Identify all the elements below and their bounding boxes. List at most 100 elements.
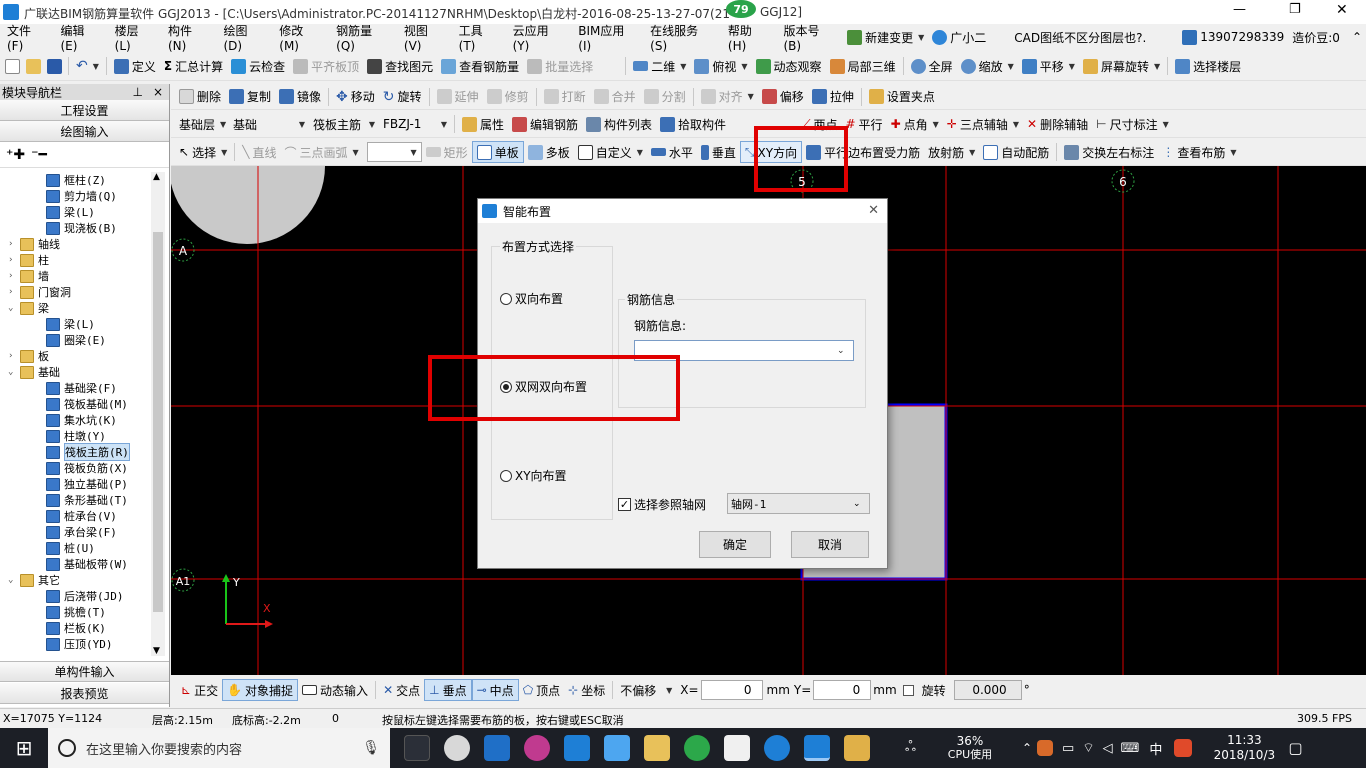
- g-app-icon[interactable]: [764, 735, 790, 761]
- mail-icon[interactable]: [724, 735, 750, 761]
- ime-indicator[interactable]: 中: [1149, 739, 1162, 758]
- swap-dim-button[interactable]: 交换左右标注: [1060, 141, 1158, 163]
- maximize-button[interactable]: ❐: [1289, 2, 1301, 17]
- tree-item[interactable]: 栏板(K): [0, 620, 169, 636]
- parallel-button[interactable]: # 平行: [841, 113, 886, 135]
- green-app-icon[interactable]: [684, 735, 710, 761]
- single-slab-button[interactable]: 单板: [471, 141, 524, 163]
- set-point-button[interactable]: 设置夹点: [865, 86, 939, 108]
- file-explorer-icon[interactable]: [644, 735, 670, 761]
- notification-badge[interactable]: 79: [726, 0, 756, 18]
- app-swirl-icon[interactable]: [524, 735, 550, 761]
- point-angle-button[interactable]: ✚ 点角 ▼: [887, 113, 943, 135]
- fan-app-icon[interactable]: [444, 735, 470, 761]
- dyn-input-toggle[interactable]: 动态输入: [298, 679, 372, 701]
- battery-icon[interactable]: ▭: [1062, 741, 1074, 756]
- keyboard-icon[interactable]: ⌨: [1121, 741, 1140, 756]
- category-select[interactable]: 基础 ▼: [229, 113, 309, 135]
- expand-all-icon[interactable]: ⁺✚: [6, 147, 25, 163]
- menu-item[interactable]: 钢筋量(Q): [329, 24, 397, 53]
- offset-button[interactable]: 偏移: [758, 86, 808, 108]
- merge-button[interactable]: 合并: [590, 86, 640, 108]
- split-button[interactable]: 分割: [640, 86, 690, 108]
- ref-grid-select[interactable]: 轴网-1 ⌄: [727, 493, 870, 514]
- tree-expander-icon[interactable]: ›: [8, 287, 18, 297]
- view-layout-dropdown[interactable]: ⋮ 查看布筋 ▼: [1158, 141, 1240, 163]
- extend-button[interactable]: 延伸: [433, 86, 483, 108]
- sogou-icon[interactable]: [1174, 739, 1193, 757]
- scroll-thumb[interactable]: [153, 232, 163, 612]
- assistant-button[interactable]: 广小二: [928, 26, 990, 48]
- trim-button[interactable]: 修剪: [483, 86, 533, 108]
- ie-edge-icon[interactable]: [564, 735, 590, 761]
- clock[interactable]: 11:33 2018/10/3: [1212, 733, 1276, 763]
- menu-item[interactable]: 视图(V): [397, 24, 452, 53]
- dialog-close-button[interactable]: ✕: [868, 203, 879, 218]
- user-account[interactable]: 13907298339: [1178, 26, 1288, 48]
- project-settings-button[interactable]: 工程设置: [0, 100, 169, 121]
- tree-item[interactable]: 筏板负筋(X): [0, 460, 169, 476]
- level-slab-button[interactable]: 平齐板顶: [289, 55, 363, 77]
- tree-item[interactable]: 梁(L): [0, 316, 169, 332]
- pan-dropdown[interactable]: 平移 ▼: [1018, 55, 1079, 77]
- people-icon[interactable]: ஃ: [905, 739, 916, 757]
- select-dropdown[interactable]: ↖ 选择 ▼: [175, 141, 231, 163]
- price-beans[interactable]: 造价豆:0: [1288, 26, 1344, 48]
- windows-start-icon[interactable]: ⊞: [0, 736, 48, 760]
- zoom-dropdown[interactable]: 缩放 ▼: [957, 55, 1018, 77]
- multi-slab-button[interactable]: 多板: [524, 141, 574, 163]
- offset-mode-select[interactable]: 不偏移 ▼: [616, 679, 676, 701]
- rect-button[interactable]: 矩形: [422, 141, 472, 163]
- tree-item[interactable]: ⌄ 其它: [0, 572, 169, 588]
- draw-input-button[interactable]: 绘图输入: [0, 121, 169, 142]
- rotate-button[interactable]: ↻ 旋转: [379, 86, 426, 108]
- menu-item[interactable]: 帮助(H): [721, 24, 777, 53]
- tree-item[interactable]: 圈梁(E): [0, 332, 169, 348]
- cad-tip-link[interactable]: CAD图纸不区分图层也?.: [1010, 26, 1150, 48]
- tree-expander-icon[interactable]: ›: [8, 271, 18, 281]
- menu-item[interactable]: 构件(N): [161, 24, 217, 53]
- tree-scrollbar[interactable]: ▲ ▼: [151, 172, 165, 656]
- ie-icon[interactable]: [604, 735, 630, 761]
- tree-item[interactable]: › 板: [0, 348, 169, 364]
- local-3d-button[interactable]: 局部三维: [826, 55, 900, 77]
- tree-item[interactable]: ⌄ 基础: [0, 364, 169, 380]
- single-input-button[interactable]: 单构件输入: [0, 661, 169, 682]
- volume-icon[interactable]: ◁: [1103, 741, 1113, 756]
- menu-item[interactable]: 绘图(D): [216, 24, 272, 53]
- cloud-check-button[interactable]: 云检查: [227, 55, 289, 77]
- tree-item[interactable]: › 柱: [0, 252, 169, 268]
- vertical-button[interactable]: 垂直: [697, 141, 740, 163]
- cpu-widget[interactable]: 36% CPU使用: [942, 734, 998, 762]
- snap-toggle[interactable]: ✋ 对象捕捉: [222, 679, 299, 701]
- view-top-dropdown[interactable]: 俯视 ▼: [690, 55, 751, 77]
- rebar-info-chevron-icon[interactable]: ⌄: [837, 346, 853, 356]
- menu-item[interactable]: 修改(M): [272, 24, 329, 53]
- layer-select[interactable]: 基础层 ▼: [175, 113, 227, 135]
- ok-button[interactable]: 确定: [699, 531, 771, 558]
- tree-item[interactable]: 挑檐(T): [0, 604, 169, 620]
- edit-rebar-button[interactable]: 编辑钢筋: [508, 113, 582, 135]
- menu-item[interactable]: 工具(T): [452, 24, 506, 53]
- tree-expander-icon[interactable]: ⌄: [8, 303, 18, 313]
- navigator-close-button[interactable]: ×: [153, 85, 163, 99]
- tree-item[interactable]: 压顶(YD): [0, 636, 169, 652]
- collapse-all-icon[interactable]: ⁻━: [31, 147, 47, 163]
- sum-calc-button[interactable]: Σ 汇总计算: [160, 55, 227, 77]
- x-input[interactable]: 0: [700, 680, 763, 700]
- tree-item[interactable]: › 门窗洞: [0, 284, 169, 300]
- tree-item[interactable]: 柱墩(Y): [0, 428, 169, 444]
- menu-item[interactable]: 在线服务(S): [643, 24, 721, 53]
- fullscreen-button[interactable]: 全屏: [907, 55, 957, 77]
- type-select[interactable]: 筏板主筋 ▼: [309, 113, 379, 135]
- new-change-button[interactable]: 新建变更 ▼: [843, 26, 928, 48]
- dim-dropdown[interactable]: ⊢ 尺寸标注 ▼: [1092, 113, 1173, 135]
- task-view-icon[interactable]: [404, 735, 430, 761]
- ribbon-toggle-icon[interactable]: ⌃: [1348, 26, 1366, 48]
- menu-item[interactable]: BIM应用(I): [571, 24, 643, 53]
- define-button[interactable]: 定义: [110, 55, 160, 77]
- minimize-button[interactable]: —: [1233, 2, 1246, 17]
- code-select[interactable]: FBZJ-1 ▼: [379, 113, 451, 135]
- close-window-button[interactable]: ✕: [1336, 2, 1348, 18]
- ggj-app-icon[interactable]: [804, 735, 830, 761]
